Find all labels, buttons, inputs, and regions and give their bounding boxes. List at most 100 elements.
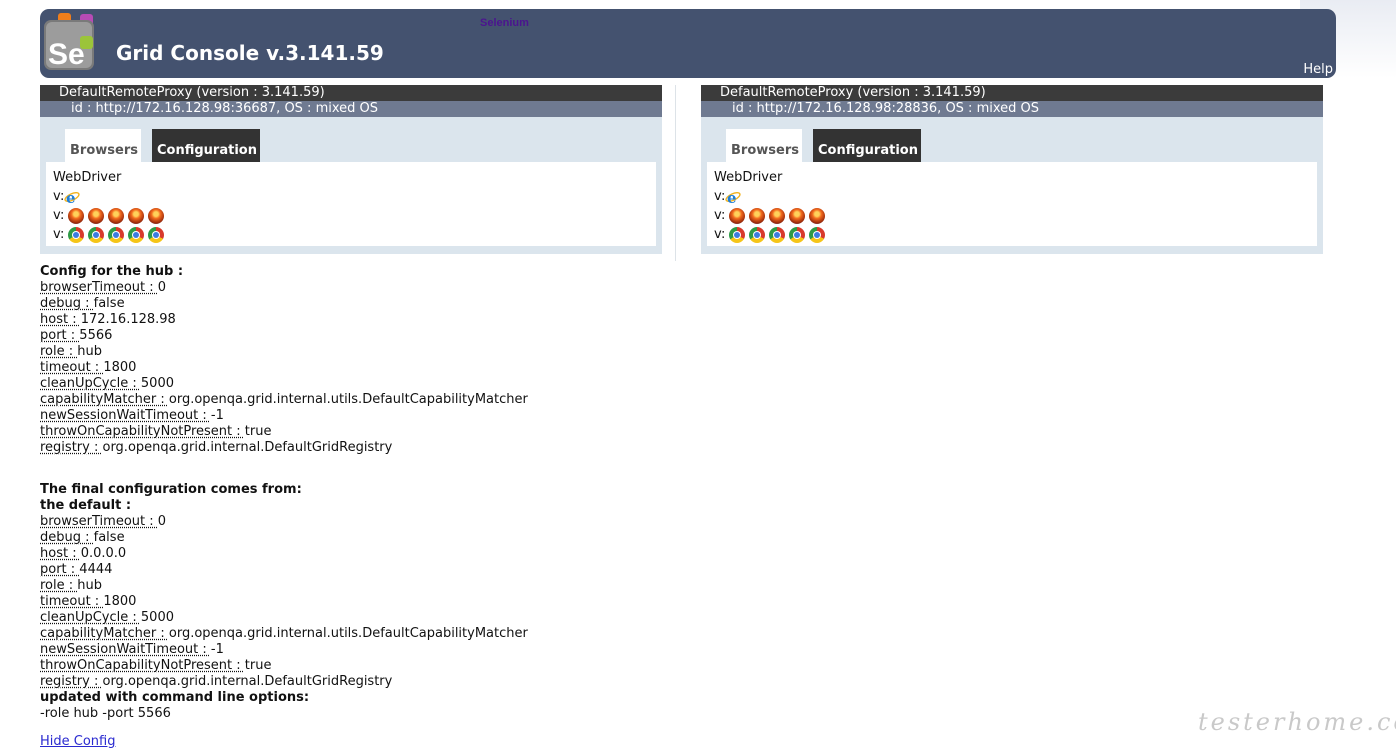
chrome-icon[interactable]	[148, 227, 165, 243]
chrome-icon[interactable]	[128, 227, 145, 243]
cmdline-heading: updated with command line options:	[40, 690, 310, 705]
firefox-icon[interactable]	[148, 208, 165, 224]
config-value: org.openqa.grid.internal.utils.DefaultCa…	[168, 392, 528, 407]
config-entry: throwOnCapabilityNotPresent : true	[40, 658, 528, 674]
browser-row-firefox: v:	[53, 207, 649, 226]
chrome-icon[interactable]	[108, 227, 125, 243]
svg-text:e: e	[727, 189, 737, 205]
firefox-icon[interactable]	[88, 208, 105, 224]
internet-explorer-icon[interactable]: e	[725, 189, 742, 205]
config-key: newSessionWaitTimeout :	[40, 642, 211, 657]
help-link[interactable]: Help	[1303, 62, 1333, 77]
chrome-icon[interactable]	[809, 227, 826, 243]
version-prefix: v:	[714, 227, 726, 243]
logo-text: Selenium	[480, 17, 529, 29]
firefox-icon[interactable]	[68, 208, 85, 224]
config-value: org.openqa.grid.internal.utils.DefaultCa…	[168, 626, 528, 641]
chrome-icon[interactable]	[88, 227, 105, 243]
cmdline-options: -role hub -port 5566	[40, 706, 171, 721]
config-key: throwOnCapabilityNotPresent :	[40, 658, 245, 673]
config-entry: host : 0.0.0.0	[40, 546, 528, 562]
proxy-id: id : http://172.16.128.98:28836, OS : mi…	[701, 101, 1323, 117]
version-prefix: v:	[714, 208, 726, 224]
config-entry: capabilityMatcher : org.openqa.grid.inte…	[40, 626, 528, 642]
browsers-tab-content: WebDriver v: e v: v:	[46, 162, 656, 246]
config-entry: role : hub	[40, 344, 528, 360]
proxy-name: DefaultRemoteProxy (version : 3.141.59)	[701, 85, 1323, 101]
tab-configuration[interactable]: Configuration	[813, 129, 921, 162]
firefox-icon[interactable]	[809, 208, 826, 224]
config-key: browserTimeout :	[40, 280, 158, 295]
config-entry: timeout : 1800	[40, 360, 528, 376]
config-key: registry :	[40, 440, 103, 455]
default-config-heading: the default :	[40, 498, 132, 513]
config-key: timeout :	[40, 360, 104, 375]
config-key: role :	[40, 344, 78, 359]
config-value: 0.0.0.0	[80, 546, 127, 561]
proxy-name: DefaultRemoteProxy (version : 3.141.59)	[40, 85, 662, 101]
config-key: capabilityMatcher :	[40, 626, 169, 641]
version-prefix: v:	[53, 208, 65, 224]
config-key: port :	[40, 328, 80, 343]
config-entry: newSessionWaitTimeout : -1	[40, 642, 528, 658]
chrome-icon[interactable]	[749, 227, 766, 243]
hide-config-link[interactable]: Hide Config	[40, 734, 115, 749]
config-entry: capabilityMatcher : org.openqa.grid.inte…	[40, 392, 528, 408]
config-key: debug :	[40, 530, 94, 545]
chrome-icon[interactable]	[789, 227, 806, 243]
config-entry: host : 172.16.128.98	[40, 312, 528, 328]
config-value: org.openqa.grid.internal.DefaultGridRegi…	[102, 674, 393, 689]
config-value: hub	[77, 578, 103, 593]
config-value: 5000	[140, 376, 174, 391]
chrome-icon[interactable]	[68, 227, 85, 243]
proxy-id: id : http://172.16.128.98:36687, OS : mi…	[40, 101, 662, 117]
config-key: debug :	[40, 296, 94, 311]
config-value: org.openqa.grid.internal.DefaultGridRegi…	[102, 440, 393, 455]
config-key: throwOnCapabilityNotPresent :	[40, 424, 245, 439]
page-title: Grid Console v.3.141.59	[116, 41, 384, 65]
version-prefix: v:	[53, 189, 65, 205]
config-value: 172.16.128.98	[80, 312, 176, 327]
config-value: 1800	[103, 594, 137, 609]
config-entry: cleanUpCycle : 5000	[40, 610, 528, 626]
column-divider	[675, 85, 676, 261]
version-prefix: v:	[53, 227, 65, 243]
config-key: registry :	[40, 674, 103, 689]
config-value: 0	[157, 514, 167, 529]
config-entry: cleanUpCycle : 5000	[40, 376, 528, 392]
protocol-label: WebDriver	[53, 170, 122, 185]
tab-configuration[interactable]: Configuration	[152, 129, 260, 162]
firefox-icon[interactable]	[729, 208, 746, 224]
config-value: false	[93, 296, 125, 311]
config-entry: browserTimeout : 0	[40, 280, 528, 296]
config-value: -1	[210, 408, 224, 423]
hub-config-heading: Config for the hub :	[40, 264, 184, 279]
tab-browsers[interactable]: Browsers	[65, 129, 141, 162]
config-value: 0	[157, 280, 167, 295]
proxy-body: Browsers Configuration WebDriver v: e v:…	[40, 117, 662, 254]
firefox-icon[interactable]	[769, 208, 786, 224]
svg-text:e: e	[66, 189, 76, 205]
config-entry: registry : org.openqa.grid.internal.Defa…	[40, 674, 528, 690]
firefox-icon[interactable]	[108, 208, 125, 224]
internet-explorer-icon[interactable]: e	[64, 189, 81, 205]
config-value: true	[244, 424, 272, 439]
config-key: capabilityMatcher :	[40, 392, 169, 407]
config-key: host :	[40, 312, 81, 327]
firefox-icon[interactable]	[789, 208, 806, 224]
config-value: 1800	[103, 360, 137, 375]
proxy-body: Browsers Configuration WebDriver v: e v:…	[701, 117, 1323, 254]
config-key: cleanUpCycle :	[40, 376, 141, 391]
config-value: 4444	[79, 562, 113, 577]
browser-row-chrome: v:	[53, 226, 649, 245]
config-section: Config for the hub : browserTimeout : 0 …	[40, 264, 528, 750]
watermark: testerhome.com	[1198, 708, 1396, 736]
config-entry: debug : false	[40, 296, 528, 312]
tab-browsers[interactable]: Browsers	[726, 129, 802, 162]
config-key: host :	[40, 546, 81, 561]
firefox-icon[interactable]	[128, 208, 145, 224]
chrome-icon[interactable]	[769, 227, 786, 243]
header-bar: Se Selenium Grid Console v.3.141.59 Help	[40, 9, 1336, 78]
firefox-icon[interactable]	[749, 208, 766, 224]
chrome-icon[interactable]	[729, 227, 746, 243]
